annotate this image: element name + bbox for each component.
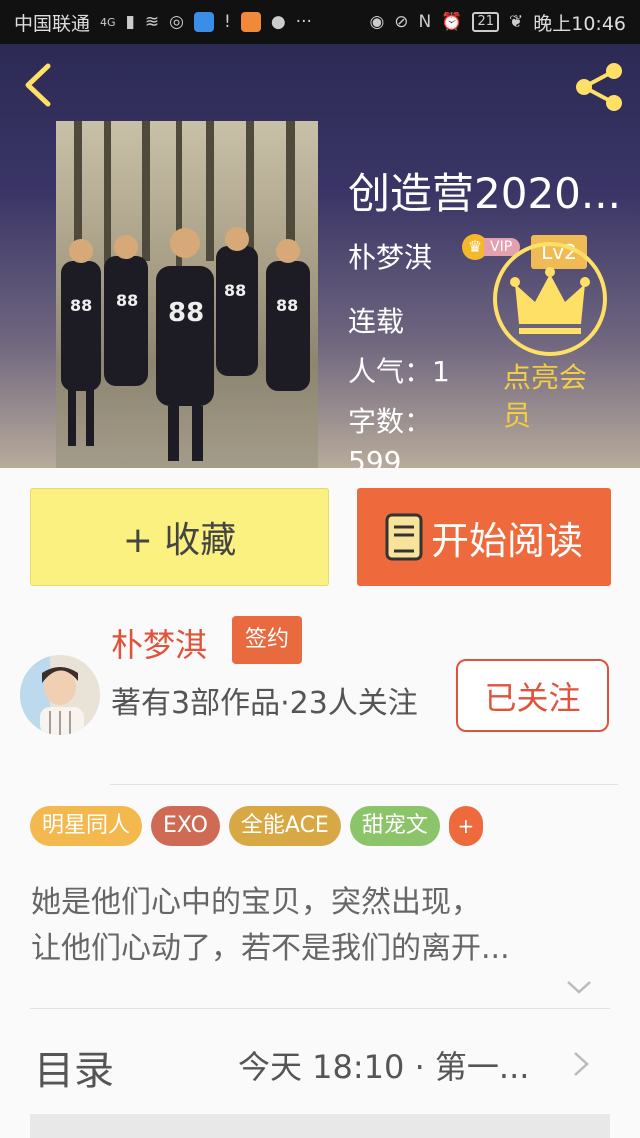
author-avatar[interactable] bbox=[20, 655, 100, 735]
svg-text:88: 88 bbox=[276, 296, 298, 315]
popularity-value: 1 bbox=[432, 355, 450, 388]
serial-status: 连载 bbox=[348, 305, 405, 338]
sync-icon: ◎ bbox=[169, 12, 184, 32]
author-stats: 著有3部作品·23人关注 bbox=[111, 686, 418, 721]
divider bbox=[30, 1008, 610, 1009]
latest-chapter[interactable]: 今天 18:10 · 第一... bbox=[238, 1042, 558, 1088]
collect-button[interactable]: + 收藏 bbox=[30, 488, 329, 586]
wifi-icon: ≋ bbox=[144, 12, 160, 32]
battery-icon: 21 bbox=[472, 12, 499, 32]
tag-item[interactable]: 全能ACE bbox=[228, 806, 341, 846]
divider bbox=[110, 784, 618, 785]
more-icon: ··· bbox=[295, 12, 312, 32]
alert-icon: ! bbox=[224, 12, 231, 32]
start-reading-label: 开始阅读 bbox=[430, 518, 583, 563]
leaf-icon: ❦ bbox=[508, 12, 524, 32]
book-icon bbox=[385, 513, 423, 561]
nfc-icon: N bbox=[418, 12, 432, 32]
alarm-icon: ⏰ bbox=[441, 12, 463, 32]
member-prompt[interactable]: 点亮会员 bbox=[503, 359, 603, 435]
qq-icon: ● bbox=[270, 12, 286, 32]
mute-icon: ⊘ bbox=[394, 12, 409, 32]
browser-icon bbox=[240, 12, 261, 32]
popularity: 人气：1 bbox=[348, 350, 450, 390]
word-count-value: 599 bbox=[348, 445, 402, 468]
word-count: 字数： 599 bbox=[348, 402, 448, 468]
book-title: 创造营2020... bbox=[348, 169, 621, 218]
add-tag-button[interactable]: + bbox=[448, 806, 483, 846]
follow-button[interactable]: 已关注 bbox=[456, 659, 609, 732]
word-count-label: 字数： bbox=[348, 405, 433, 438]
svg-text:88: 88 bbox=[116, 291, 138, 310]
chevron-left-icon[interactable] bbox=[18, 60, 62, 110]
cover-image: 88 88 88 88 88 bbox=[61, 121, 310, 461]
book-description[interactable]: 她是他们心中的宝贝，突然出现， 让他们心动了，若不是我们的离开... bbox=[31, 880, 611, 972]
book-author[interactable]: 朴梦淇 bbox=[348, 236, 432, 276]
clock: 晚上10:46 bbox=[533, 12, 626, 35]
popularity-label: 人气： bbox=[348, 355, 433, 388]
start-reading-button[interactable]: 开始阅读 bbox=[357, 488, 611, 586]
author-name[interactable]: 朴梦淇 bbox=[111, 620, 207, 666]
avatar-image bbox=[20, 655, 100, 735]
tag-list: 明星同人 EXO 全能ACE 甜宠文 + bbox=[30, 806, 483, 846]
network-type: 4G bbox=[100, 15, 116, 29]
svg-text:88: 88 bbox=[168, 298, 204, 328]
crown-icon bbox=[510, 267, 590, 334]
chevron-right-icon[interactable] bbox=[572, 1050, 590, 1078]
tag-item[interactable]: 甜宠文 bbox=[349, 806, 440, 846]
app-icon bbox=[194, 12, 214, 32]
book-cover[interactable]: 88 88 88 88 88 bbox=[56, 121, 318, 468]
carrier-name: 中国联通 bbox=[14, 12, 91, 35]
signal-icon: ▮ bbox=[125, 12, 135, 32]
eye-icon: ◉ bbox=[369, 12, 385, 32]
description-line: 她是他们心中的宝贝，突然出现， bbox=[31, 885, 481, 920]
tag-item[interactable]: 明星同人 bbox=[30, 806, 143, 846]
bottom-panel bbox=[30, 1114, 610, 1138]
chevron-down-icon[interactable] bbox=[566, 979, 592, 995]
svg-text:88: 88 bbox=[70, 296, 92, 315]
signed-badge: 签约 bbox=[232, 616, 302, 664]
svg-text:88: 88 bbox=[224, 281, 246, 300]
book-header: 88 88 88 88 88 创造营2020... 朴梦淇 ♛ VIP Lv2 bbox=[0, 44, 640, 468]
status-bar: 中国联通 4G ▮ ≋ ◎ ! ● ··· ◉ ⊘ N ⏰ 21 ❦ 晚上10:… bbox=[0, 0, 640, 44]
member-crown-button[interactable] bbox=[493, 242, 607, 356]
share-icon[interactable] bbox=[572, 60, 626, 114]
tag-item[interactable]: EXO bbox=[151, 806, 220, 846]
toc-title[interactable]: 目录 bbox=[34, 1038, 114, 1096]
description-line: 让他们心动了，若不是我们的离开... bbox=[31, 931, 510, 966]
